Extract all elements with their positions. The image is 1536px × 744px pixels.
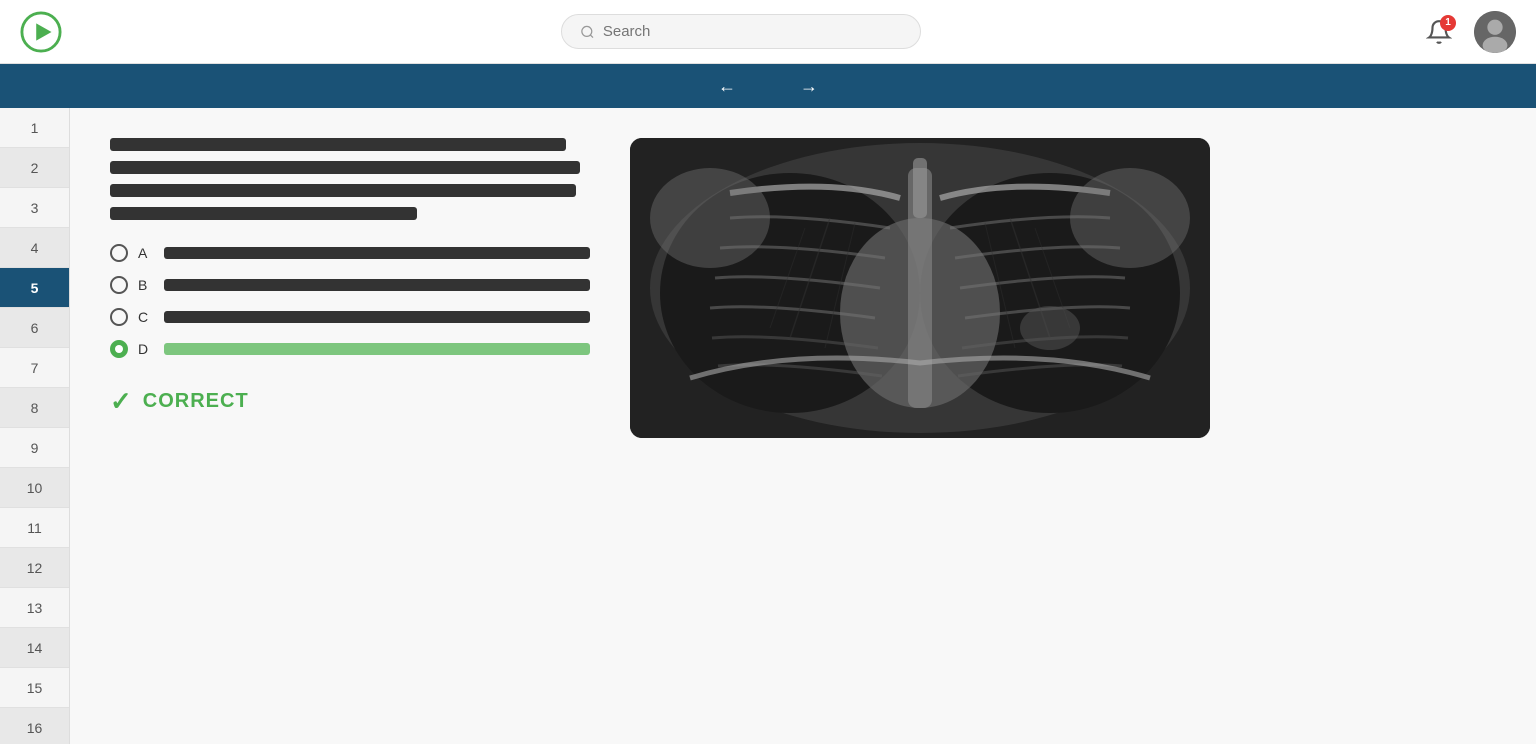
search-bar[interactable] bbox=[561, 14, 921, 49]
sidebar-item-10[interactable]: 10 bbox=[0, 468, 69, 508]
option-letter-c: C bbox=[138, 309, 154, 325]
xray-svg bbox=[630, 138, 1210, 438]
checkmark-icon: ✓ bbox=[110, 386, 133, 417]
question-panel: A B C D bbox=[110, 138, 590, 714]
next-button[interactable]: → bbox=[788, 72, 830, 101]
sidebar-item-9[interactable]: 9 bbox=[0, 428, 69, 468]
sidebar-item-5[interactable]: 5 bbox=[0, 268, 69, 308]
sidebar-item-3[interactable]: 3 bbox=[0, 188, 69, 228]
sidebar-item-2[interactable]: 2 bbox=[0, 148, 69, 188]
option-bar-c bbox=[164, 311, 590, 323]
sidebar: 1 2 3 4 5 6 7 8 9 10 11 12 13 14 15 16 bbox=[0, 108, 70, 744]
radio-d[interactable] bbox=[110, 340, 128, 358]
sidebar-item-7[interactable]: 7 bbox=[0, 348, 69, 388]
option-bar-a bbox=[164, 247, 590, 259]
result-text: CORRECT bbox=[143, 390, 249, 413]
logo-icon bbox=[20, 11, 62, 53]
user-avatar[interactable] bbox=[1474, 11, 1516, 53]
result-label: ✓ CORRECT bbox=[110, 386, 590, 417]
notification-button[interactable]: 1 bbox=[1420, 13, 1458, 51]
avatar-icon bbox=[1474, 11, 1516, 53]
question-text bbox=[110, 138, 590, 220]
option-letter-b: B bbox=[138, 277, 154, 293]
sidebar-item-14[interactable]: 14 bbox=[0, 628, 69, 668]
options-list: A B C D bbox=[110, 244, 590, 358]
notification-badge: 1 bbox=[1440, 15, 1456, 31]
radio-a[interactable] bbox=[110, 244, 128, 262]
sidebar-item-12[interactable]: 12 bbox=[0, 548, 69, 588]
image-panel bbox=[630, 138, 1496, 714]
main-layout: 1 2 3 4 5 6 7 8 9 10 11 12 13 14 15 16 bbox=[0, 108, 1536, 744]
option-d[interactable]: D bbox=[110, 340, 590, 358]
option-bar-d bbox=[164, 343, 590, 355]
sidebar-item-6[interactable]: 6 bbox=[0, 308, 69, 348]
sidebar-item-4[interactable]: 4 bbox=[0, 228, 69, 268]
xray-image bbox=[630, 138, 1210, 438]
sidebar-item-1[interactable]: 1 bbox=[0, 108, 69, 148]
prev-button[interactable]: ← bbox=[706, 72, 748, 101]
sidebar-item-16[interactable]: 16 bbox=[0, 708, 69, 744]
header-right: 1 bbox=[1420, 11, 1516, 53]
search-icon bbox=[580, 24, 595, 40]
option-letter-a: A bbox=[138, 245, 154, 261]
sidebar-item-11[interactable]: 11 bbox=[0, 508, 69, 548]
content-area: A B C D bbox=[70, 108, 1536, 744]
question-line-3 bbox=[110, 184, 576, 197]
radio-b[interactable] bbox=[110, 276, 128, 294]
sidebar-item-8[interactable]: 8 bbox=[0, 388, 69, 428]
option-a[interactable]: A bbox=[110, 244, 590, 262]
search-input[interactable] bbox=[603, 23, 902, 40]
option-letter-d: D bbox=[138, 341, 154, 357]
nav-bar: ← → bbox=[0, 64, 1536, 108]
top-header: 1 bbox=[0, 0, 1536, 64]
option-bar-b bbox=[164, 279, 590, 291]
sidebar-item-13[interactable]: 13 bbox=[0, 588, 69, 628]
sidebar-item-15[interactable]: 15 bbox=[0, 668, 69, 708]
option-c[interactable]: C bbox=[110, 308, 590, 326]
radio-c[interactable] bbox=[110, 308, 128, 326]
question-line-1 bbox=[110, 138, 566, 151]
question-line-2 bbox=[110, 161, 580, 174]
logo-area bbox=[20, 11, 62, 53]
question-line-4 bbox=[110, 207, 417, 220]
option-b[interactable]: B bbox=[110, 276, 590, 294]
